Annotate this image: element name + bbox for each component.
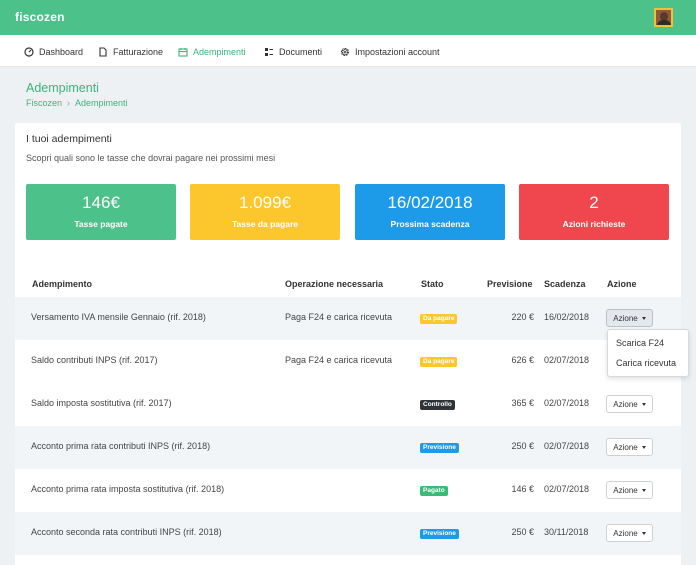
due-date: 16/02/2018	[544, 312, 590, 322]
stat-prossima-scadenza: 16/02/2018 Prossima scadenza	[355, 184, 505, 240]
azione-label: Azione	[613, 313, 638, 323]
stat-label: Azioni richieste	[562, 219, 626, 229]
stat-label: Prossima scadenza	[390, 219, 470, 229]
stat-tasse-da-pagare: 1.099€ Tasse da pagare	[190, 184, 340, 240]
adempimento-name: Saldo imposta sostitutiva (rif. 2017)	[31, 398, 172, 408]
due-date: 02/07/2018	[544, 355, 590, 365]
adempimento-name: Acconto seconda rata contributi INPS (ri…	[31, 527, 222, 537]
table-row: Acconto seconda rata contributi INPS (ri…	[15, 512, 681, 555]
nav-label: Fatturazione	[113, 47, 164, 57]
table-row: Saldo imposta sostitutiva (rif. 2017) Co…	[15, 383, 681, 426]
azione-button[interactable]: Azione	[606, 395, 653, 413]
chevron-right-icon: ›	[67, 98, 71, 108]
forecast-value: 250 €	[511, 527, 534, 537]
stat-value: 2	[589, 193, 599, 212]
azione-button[interactable]: Azione	[606, 309, 653, 327]
column-header-stato: Stato	[421, 279, 444, 289]
adempimenti-card: I tuoi adempimenti Scopri quali sono le …	[15, 123, 681, 565]
azione-dropdown-menu: Scarica F24 Carica ricevuta	[607, 329, 689, 377]
caret-down-icon	[641, 445, 646, 449]
calendar-icon	[178, 48, 188, 57]
adempimento-name: Saldo contributi INPS (rif. 2017)	[31, 355, 158, 365]
due-date: 02/07/2018	[544, 398, 590, 408]
forecast-value: 365 €	[511, 398, 534, 408]
azione-button[interactable]: Azione	[606, 481, 653, 499]
caret-down-icon	[641, 402, 646, 406]
nav-item-impostazioni[interactable]: Impostazioni account	[340, 45, 440, 59]
breadcrumb: Fiscozen › Adempimenti	[26, 98, 128, 108]
status-badge: Previsione	[420, 443, 459, 453]
gear-icon	[340, 47, 350, 57]
table-row: Acconto prima rata imposta sostitutiva (…	[15, 469, 681, 512]
menu-item-carica-ricevuta[interactable]: Carica ricevuta	[616, 358, 676, 368]
document-icon	[99, 47, 107, 57]
column-header-scadenza: Scadenza	[544, 279, 586, 289]
status-badge: Da pagare	[420, 314, 458, 324]
column-header-operazione: Operazione necessaria	[285, 279, 384, 289]
table-row: Saldo contributi INPS (rif. 2017) Paga F…	[15, 340, 681, 383]
operation-text: Paga F24 e carica ricevuta	[285, 355, 393, 365]
azione-label: Azione	[613, 399, 638, 409]
top-bar: fiscozen	[0, 0, 696, 35]
azione-label: Azione	[613, 442, 638, 452]
stat-value: 146€	[82, 193, 120, 212]
status-badge: Controllo	[420, 400, 455, 410]
caret-down-icon	[641, 316, 646, 320]
main-nav: Dashboard Fatturazione Adempimenti Docum…	[0, 35, 696, 67]
breadcrumb-item-home[interactable]: Fiscozen	[26, 98, 62, 108]
operation-text: Paga F24 e carica ricevuta	[285, 312, 393, 322]
caret-down-icon	[641, 531, 646, 535]
page-title: Adempimenti	[26, 81, 99, 95]
forecast-value: 146 €	[511, 484, 534, 494]
adempimento-name: Acconto prima rata contributi INPS (rif.…	[31, 441, 211, 451]
adempimento-name: Versamento IVA mensile Gennaio (rif. 201…	[31, 312, 206, 322]
forecast-value: 250 €	[511, 441, 534, 451]
nav-item-dashboard[interactable]: Dashboard	[24, 45, 83, 59]
stat-tasse-pagate: 146€ Tasse pagate	[26, 184, 176, 240]
azione-button[interactable]: Azione	[606, 438, 653, 456]
due-date: 02/07/2018	[544, 441, 590, 451]
forecast-value: 626 €	[511, 355, 534, 365]
table-row: Acconto prima rata contributi INPS (rif.…	[15, 426, 681, 469]
due-date: 30/11/2018	[544, 527, 589, 537]
menu-item-scarica-f24[interactable]: Scarica F24	[616, 338, 664, 348]
stat-label: Tasse pagate	[74, 219, 128, 229]
stat-azioni-richieste: 2 Azioni richieste	[519, 184, 669, 240]
breadcrumb-item-current: Adempimenti	[75, 98, 128, 108]
status-badge: Previsione	[420, 529, 459, 539]
nav-item-documenti[interactable]: Documenti	[264, 45, 322, 59]
card-title: I tuoi adempimenti	[26, 133, 112, 145]
nav-item-adempimenti[interactable]: Adempimenti	[178, 45, 246, 59]
status-badge: Pagato	[420, 486, 448, 496]
brand-logo[interactable]: fiscozen	[15, 10, 65, 24]
azione-label: Azione	[613, 528, 638, 538]
nav-label: Impostazioni account	[355, 47, 440, 57]
adempimento-name: Acconto prima rata imposta sostitutiva (…	[31, 484, 225, 494]
caret-down-icon	[641, 488, 646, 492]
nav-label: Dashboard	[39, 47, 84, 57]
documents-icon	[265, 48, 273, 56]
column-header-previsione: Previsione	[487, 279, 533, 289]
stat-value: 16/02/2018	[387, 193, 473, 212]
card-subtitle: Scopri quali sono le tasse che dovrai pa…	[26, 153, 276, 163]
nav-item-fatturazione[interactable]: Fatturazione	[98, 45, 163, 59]
nav-label: Adempimenti	[193, 47, 246, 57]
stat-value: 1.099€	[239, 193, 291, 212]
forecast-value: 220 €	[511, 312, 534, 322]
table-row: Versamento IVA mensile Gennaio (rif. 201…	[15, 297, 681, 340]
due-date: 02/07/2018	[544, 484, 590, 494]
azione-label: Azione	[613, 485, 638, 495]
user-avatar[interactable]	[654, 8, 673, 27]
nav-label: Documenti	[279, 47, 323, 57]
dashboard-icon	[24, 47, 34, 57]
status-badge: Da pagare	[420, 357, 458, 367]
column-header-azione: Azione	[607, 279, 637, 289]
azione-button[interactable]: Azione	[606, 524, 653, 542]
stat-label: Tasse da pagare	[232, 219, 298, 229]
column-header-adempimento: Adempimento	[32, 279, 93, 289]
